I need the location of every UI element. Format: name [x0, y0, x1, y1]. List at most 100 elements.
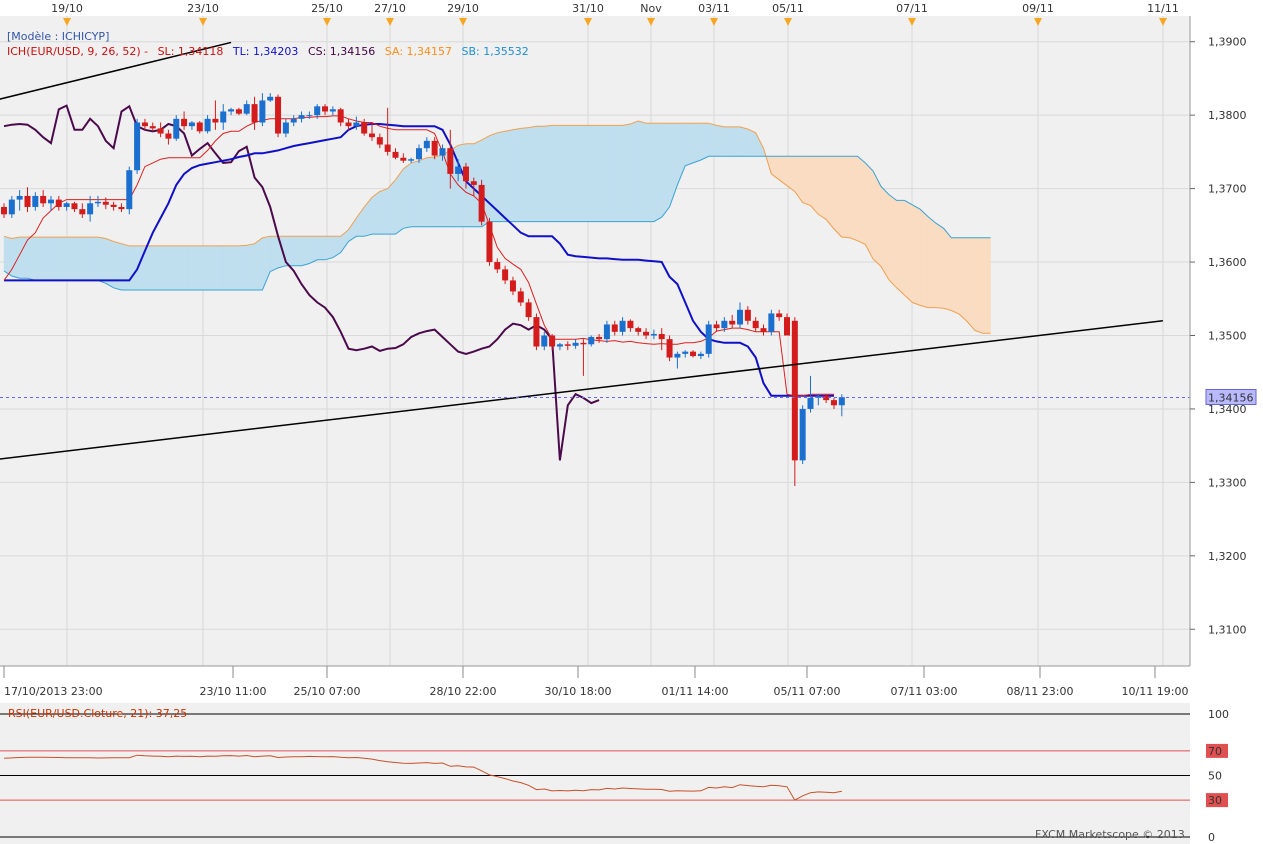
- bottom-date-label: 01/11 14:00: [662, 685, 729, 698]
- candle-body: [212, 118, 219, 123]
- cloud-segment: [825, 156, 835, 230]
- rsi-level-label: 0: [1208, 831, 1215, 844]
- cloud-segment: [912, 204, 921, 306]
- forex-chart[interactable]: 1,39001,38001,37001,36001,35001,34001,33…: [0, 0, 1263, 844]
- rsi-panel[interactable]: [0, 703, 1190, 844]
- cloud-segment: [35, 236, 44, 281]
- cloud-segment: [684, 122, 694, 167]
- cloud-segment: [692, 122, 702, 164]
- candle-body: [204, 118, 211, 132]
- candle-body: [807, 397, 814, 409]
- cloud-segment: [567, 125, 576, 222]
- candle-body: [392, 151, 399, 158]
- price-panel[interactable]: [0, 16, 1190, 666]
- candle-body: [243, 104, 250, 114]
- cloud-segment: [121, 243, 130, 291]
- bottom-date-label: 17/10/2013 23:00: [4, 685, 103, 698]
- cloud-segment: [520, 127, 529, 222]
- cloud-segment: [176, 245, 185, 291]
- candle-body: [361, 122, 368, 134]
- cloud-segment: [536, 125, 545, 222]
- legend-sb: SB: 1,35532: [462, 45, 529, 58]
- cloud-segment: [708, 122, 717, 157]
- y-tick-label: 1,3200: [1208, 550, 1247, 563]
- cloud-segment: [716, 125, 725, 157]
- legend-tl: TL: 1,34203: [232, 45, 299, 58]
- cloud-segment: [559, 125, 569, 222]
- bottom-date-label: 28/10 22:00: [430, 685, 497, 698]
- candle-body: [588, 336, 595, 345]
- candle-body: [259, 100, 266, 123]
- cloud-segment: [849, 156, 858, 242]
- cloud-segment: [645, 122, 655, 222]
- candle-body: [784, 317, 790, 336]
- candle-body: [290, 118, 297, 123]
- candle-body: [650, 334, 657, 336]
- cloud-segment: [42, 236, 52, 281]
- cloud-segment: [230, 245, 240, 291]
- candle-body: [8, 199, 15, 215]
- cloud-segment: [215, 245, 224, 291]
- candle-body: [674, 353, 681, 358]
- cloud-segment: [951, 237, 960, 315]
- candle-body: [572, 342, 579, 346]
- cloud-segment: [113, 241, 122, 291]
- y-tick-label: 1,3900: [1208, 36, 1247, 49]
- candle-body: [157, 128, 164, 134]
- cloud-segment: [966, 237, 976, 332]
- cloud-segment: [974, 237, 983, 334]
- cloud-segment: [58, 236, 67, 281]
- candle-body: [353, 122, 360, 127]
- cloud-segment: [97, 236, 107, 284]
- cloud-segment: [497, 131, 506, 222]
- candle-body: [486, 221, 493, 263]
- top-date-label: 31/10: [572, 2, 604, 15]
- candle-body: [71, 203, 78, 210]
- cloud-segment: [614, 125, 623, 222]
- candle-body: [329, 109, 336, 112]
- candle-body: [627, 320, 634, 329]
- cloud-segment: [403, 162, 412, 229]
- cloud-segment: [724, 126, 733, 157]
- candle-body: [126, 170, 133, 210]
- candle-body: [282, 122, 289, 134]
- candle-body: [509, 280, 516, 292]
- cloud-segment: [591, 125, 600, 222]
- cloud-segment: [606, 125, 615, 222]
- cloud-segment: [919, 208, 929, 308]
- top-date-label: 25/10: [311, 2, 343, 15]
- legend-ich: ICH(EUR/USD, 9, 26, 52) -: [7, 45, 148, 58]
- cloud-segment: [160, 245, 169, 291]
- cloud-segment: [152, 245, 161, 291]
- candle-body: [173, 118, 180, 139]
- candle-body: [643, 331, 650, 336]
- candle-body: [838, 397, 845, 406]
- cloud-segment: [551, 125, 561, 222]
- y-tick-label: 1,3700: [1208, 183, 1247, 196]
- cloud-segment: [50, 236, 60, 281]
- candle-body: [408, 159, 415, 161]
- candle-body: [55, 199, 62, 207]
- cloud-segment: [74, 236, 83, 281]
- cloud-segment: [129, 245, 138, 291]
- cloud-segment: [575, 125, 584, 222]
- cloud-segment: [622, 123, 631, 222]
- candle-body: [556, 344, 563, 347]
- cloud-segment: [818, 156, 827, 220]
- cloud-segment: [982, 237, 991, 334]
- cloud-segment: [66, 236, 75, 281]
- candle-body: [776, 313, 783, 318]
- cloud-segment: [457, 143, 467, 228]
- y-tick-label: 1,3500: [1208, 329, 1247, 342]
- candle-body: [799, 408, 806, 461]
- cloud-segment: [630, 120, 639, 222]
- candle-body: [682, 351, 689, 354]
- cloud-segment: [293, 236, 302, 266]
- candle-body: [298, 115, 305, 119]
- cloud-segment: [504, 129, 514, 222]
- candle-body: [494, 262, 501, 270]
- candle-body: [141, 122, 148, 127]
- candle-body: [737, 309, 744, 325]
- y-tick-label: 1,3600: [1208, 256, 1247, 269]
- candle-body: [635, 328, 642, 332]
